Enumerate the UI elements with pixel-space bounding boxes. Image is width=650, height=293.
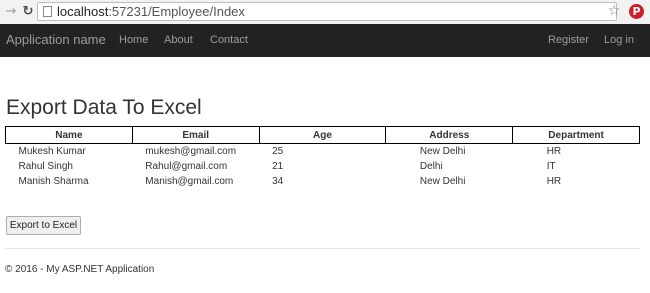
cell-age: 34 — [272, 176, 284, 187]
footer-divider — [5, 248, 640, 249]
cell-age: 21 — [272, 161, 284, 172]
cell-name: Mukesh Kumar — [18, 146, 86, 157]
export-to-excel-button[interactable]: Export to Excel — [6, 216, 81, 235]
column-header-address: Address — [385, 126, 514, 144]
url-text: localhost:57231/Employee/Index — [57, 4, 245, 20]
browser-toolbar: → ↻ localhost:57231/Employee/Index ☆ P — [0, 0, 650, 25]
star-icon[interactable]: ☆ — [608, 3, 621, 20]
url-host: localhost — [57, 4, 109, 19]
cell-email: mukesh@gmail.com — [145, 146, 237, 157]
url-path: :57231/Employee/Index — [108, 4, 245, 19]
table-row: Rahul Singh Rahul@gmail.com 21 Delhi IT — [6, 159, 640, 174]
footer-text: © 2016 - My ASP.NET Application — [5, 264, 155, 275]
cell-email: Rahul@gmail.com — [145, 161, 228, 172]
table-row: Manish Sharma Manish@gmail.com 34 New De… — [6, 174, 640, 189]
nav-link-login[interactable]: Log in — [604, 34, 634, 46]
address-bar[interactable]: localhost:57231/Employee/Index — [37, 2, 617, 21]
column-header-department: Department — [512, 126, 640, 144]
employee-table: Name Email Age Address Department Mukesh… — [5, 126, 640, 189]
table-row: Mukesh Kumar mukesh@gmail.com 25 New Del… — [6, 144, 640, 160]
cell-department: HR — [546, 176, 562, 187]
brand-link[interactable]: Application name — [6, 32, 106, 47]
back-arrow-icon[interactable]: → — [4, 3, 18, 20]
cell-department: IT — [546, 161, 556, 172]
cell-department: HR — [546, 146, 562, 157]
pinterest-icon[interactable]: P — [629, 4, 644, 19]
cell-address: New Delhi — [419, 176, 466, 187]
column-header-age: Age — [258, 126, 387, 144]
cell-age: 25 — [272, 146, 284, 157]
cell-address: Delhi — [419, 161, 443, 172]
nav-link-contact[interactable]: Contact — [210, 34, 248, 46]
cell-name: Rahul Singh — [18, 161, 73, 172]
page-icon — [43, 6, 52, 17]
column-header-email: Email — [131, 126, 260, 144]
cell-name: Manish Sharma — [18, 176, 89, 187]
nav-link-home[interactable]: Home — [119, 34, 148, 46]
reload-icon[interactable]: ↻ — [21, 3, 35, 20]
page-title: Export Data To Excel — [6, 96, 202, 119]
navbar: Application name Home About Contact Regi… — [0, 24, 650, 57]
cell-address: New Delhi — [419, 146, 466, 157]
nav-link-register[interactable]: Register — [548, 34, 589, 46]
column-header-name: Name — [5, 126, 133, 144]
table-header-row: Name Email Age Address Department — [5, 126, 640, 144]
cell-email: Manish@gmail.com — [145, 176, 234, 187]
nav-link-about[interactable]: About — [164, 34, 193, 46]
